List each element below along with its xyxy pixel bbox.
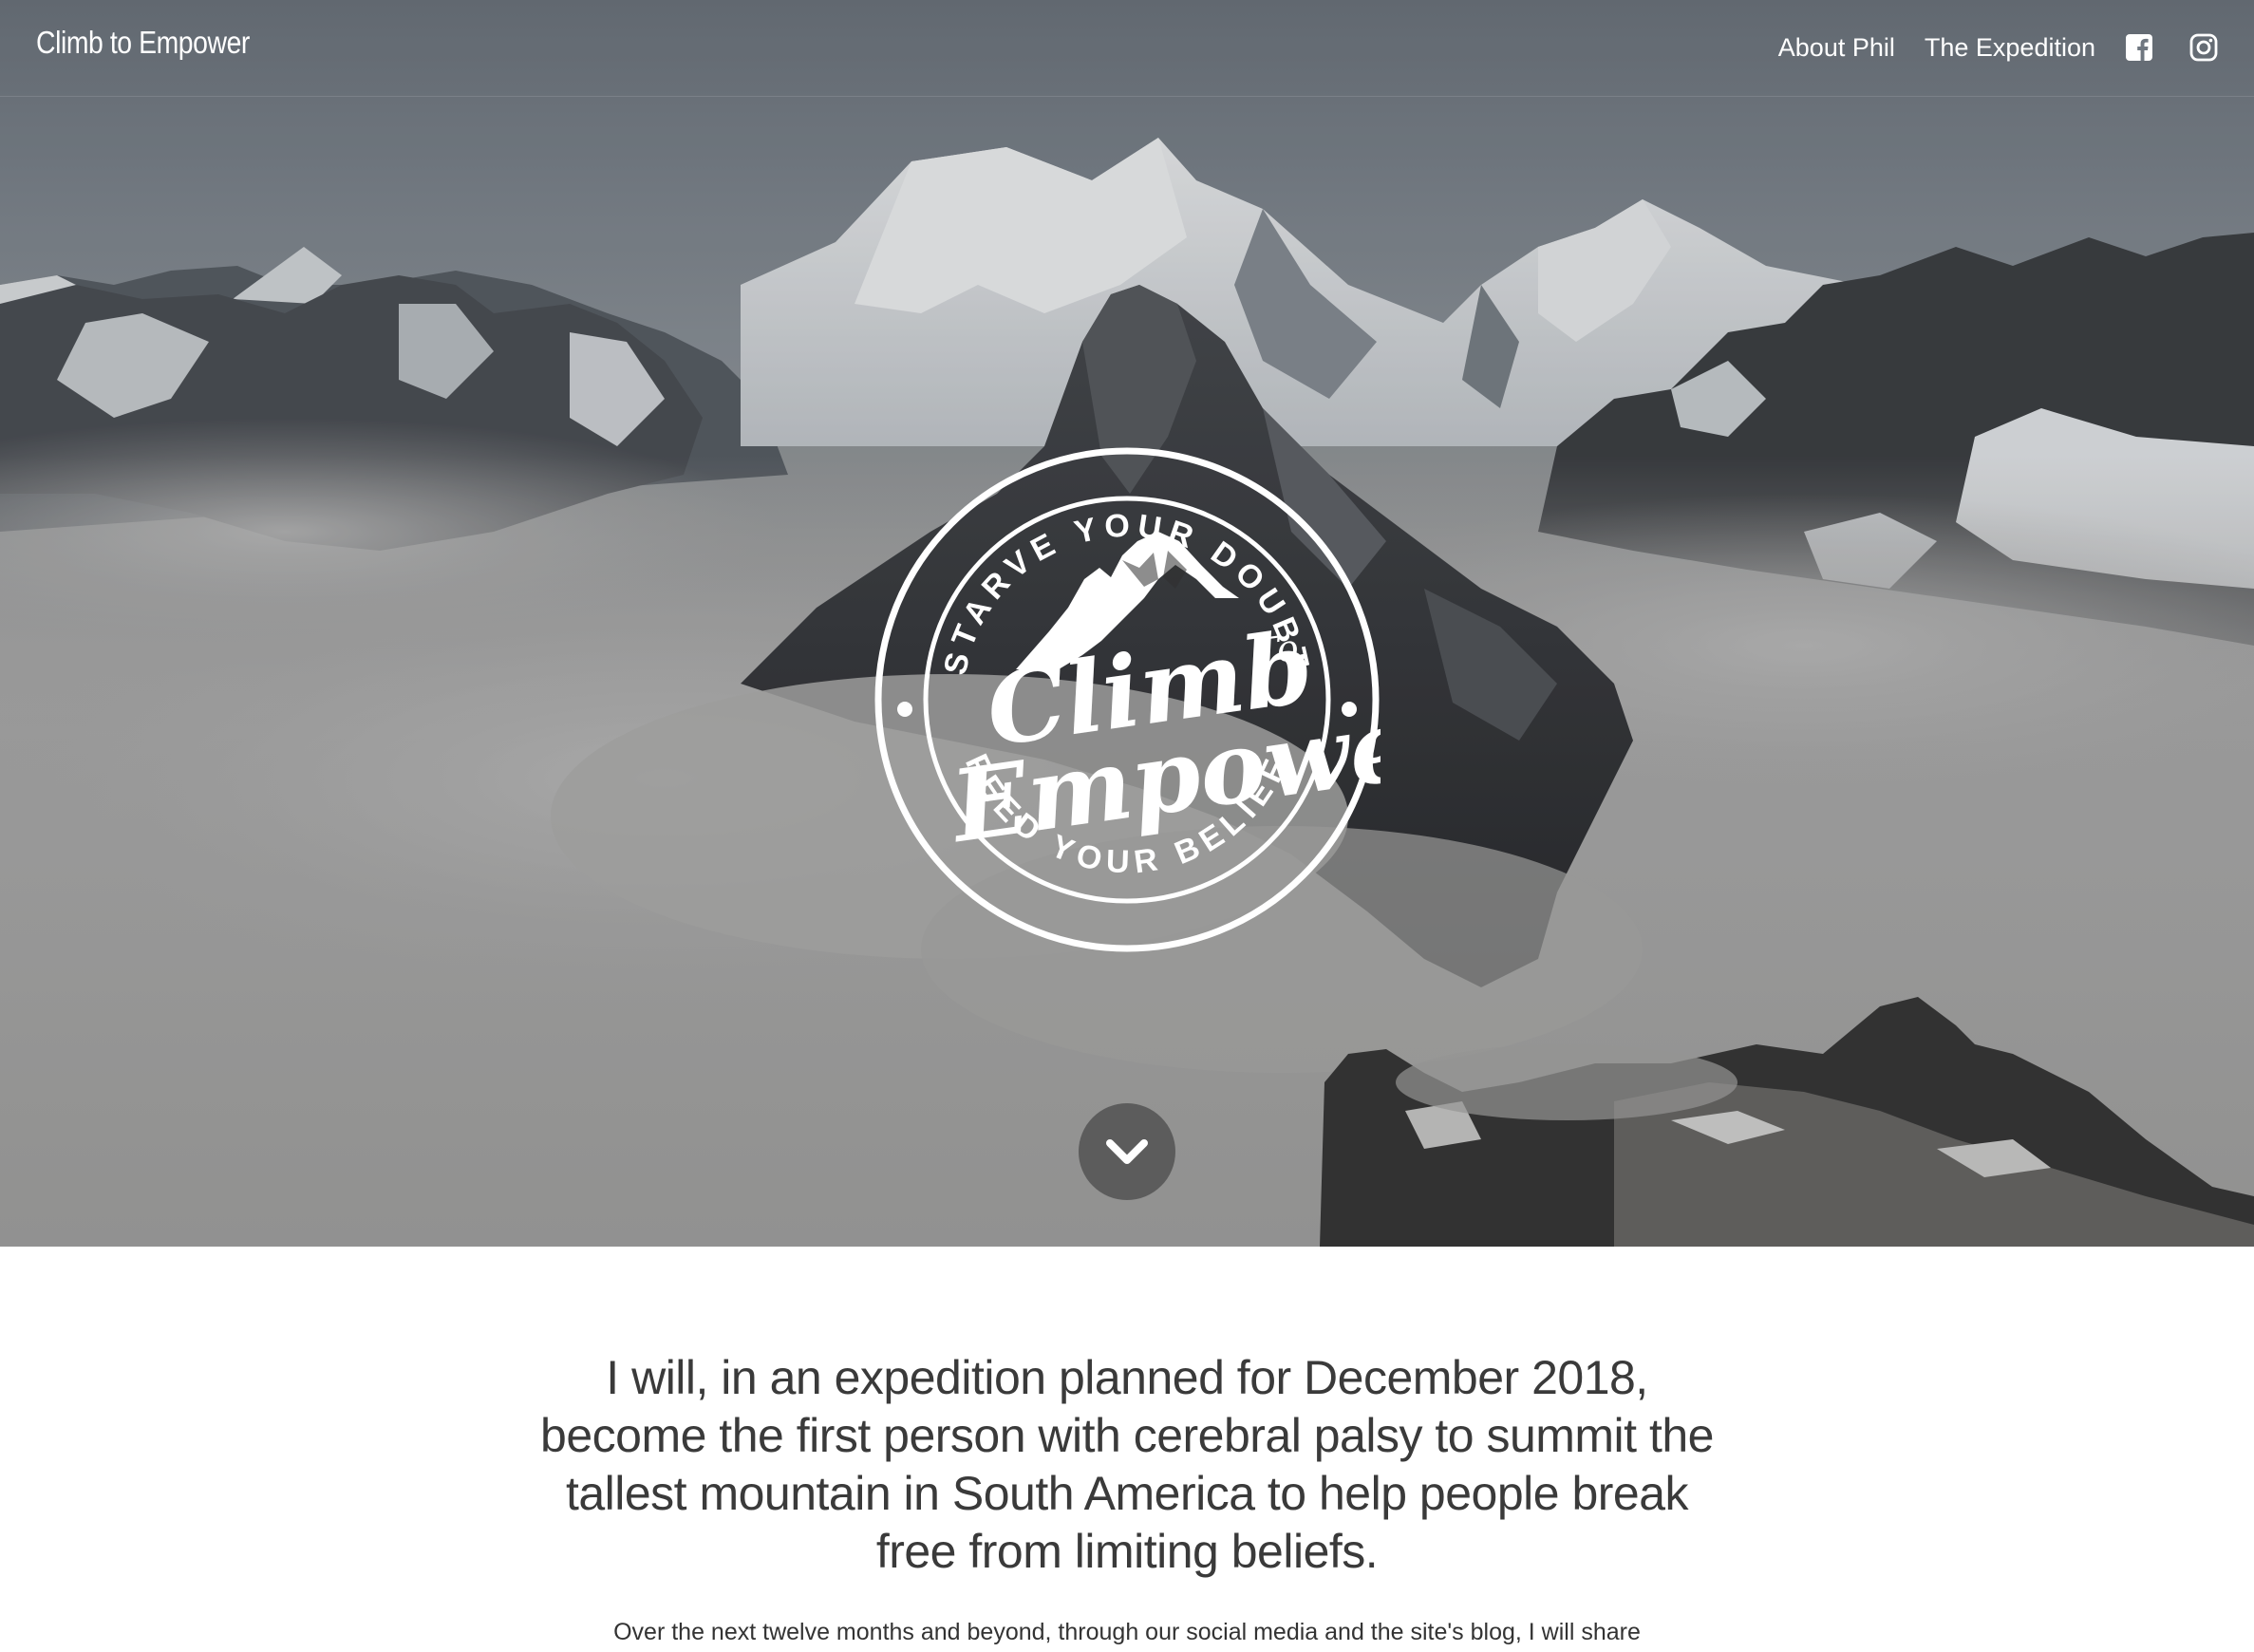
climb-to-empower-logo: STARVE YOUR DOUBT FEED YOUR BELIEF Climb… (873, 446, 1477, 953)
scroll-down-button[interactable] (1079, 1103, 1175, 1200)
hero-section: Climb to Empower About Phil The Expediti… (0, 0, 2254, 1247)
svg-text:To: To (1252, 627, 1301, 674)
nav-links: About Phil The Expedition (1778, 0, 2254, 95)
mission-statement: I will, in an expedition planned for Dec… (540, 1351, 1714, 1578)
intro-section: I will, in an expedition planned for Dec… (0, 1247, 2254, 1652)
top-navbar: Climb to Empower About Phil The Expediti… (0, 0, 2254, 97)
facebook-icon[interactable] (2125, 33, 2153, 62)
nav-link-about-phil[interactable]: About Phil (1778, 33, 1895, 63)
brand-link[interactable]: Climb to Empower (36, 25, 250, 61)
intro-paragraph: Over the next twelve months and beyond, … (613, 1619, 1641, 1645)
nav-link-the-expedition[interactable]: The Expedition (1925, 33, 2095, 63)
instagram-icon[interactable] (2189, 33, 2218, 62)
chevron-down-icon (1106, 1139, 1148, 1164)
